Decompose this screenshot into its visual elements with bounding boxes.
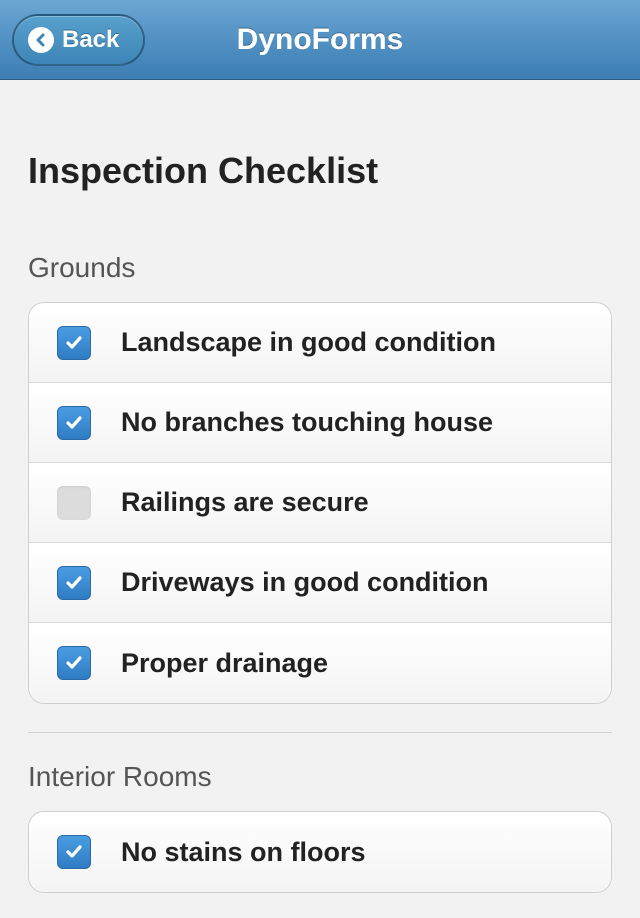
checklist-row[interactable]: No branches touching house [29, 383, 611, 463]
checklist-label: Landscape in good condition [121, 327, 496, 358]
section-title-grounds: Grounds [28, 252, 612, 284]
checklist-label: Proper drainage [121, 648, 328, 679]
checklist-label: No stains on floors [121, 837, 366, 868]
navbar-title: DynoForms [237, 23, 404, 57]
checklist-row[interactable]: Railings are secure [29, 463, 611, 543]
section-title-interior: Interior Rooms [28, 761, 612, 793]
checkbox-icon [57, 566, 91, 600]
checkbox-icon [57, 486, 91, 520]
content-area: Inspection Checklist Grounds Landscape i… [0, 80, 640, 918]
navbar: Back DynoForms [0, 0, 640, 80]
checkbox-icon [57, 646, 91, 680]
checkbox-icon [57, 326, 91, 360]
page-title: Inspection Checklist [28, 80, 612, 252]
checklist-row[interactable]: Driveways in good condition [29, 543, 611, 623]
checklist-row[interactable]: Proper drainage [29, 623, 611, 703]
list-group-interior: No stains on floors [28, 811, 612, 893]
checklist-row[interactable]: No stains on floors [29, 812, 611, 892]
back-chevron-icon [28, 27, 54, 53]
checklist-label: No branches touching house [121, 407, 493, 438]
section-divider [28, 732, 612, 733]
back-button[interactable]: Back [12, 14, 145, 66]
checklist-label: Driveways in good condition [121, 567, 489, 598]
checklist-label: Railings are secure [121, 487, 369, 518]
back-button-label: Back [62, 26, 119, 54]
checkbox-icon [57, 406, 91, 440]
checklist-row[interactable]: Landscape in good condition [29, 303, 611, 383]
checkbox-icon [57, 835, 91, 869]
list-group-grounds: Landscape in good condition No branches … [28, 302, 612, 704]
